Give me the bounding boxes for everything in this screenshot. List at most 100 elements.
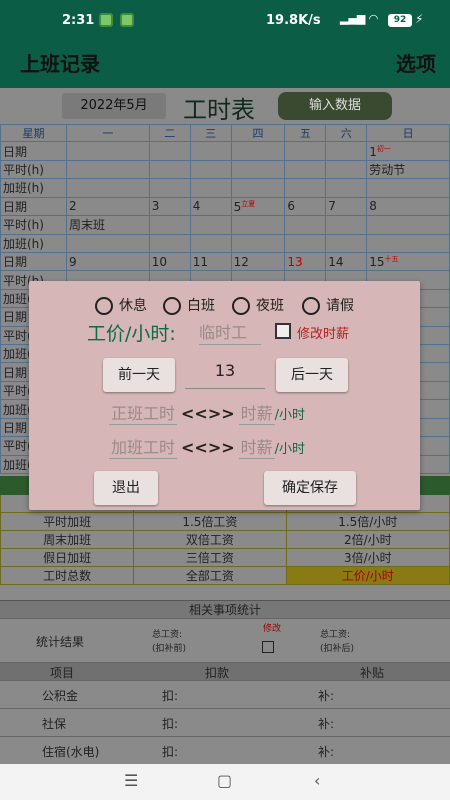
calendar-date-cell[interactable]: 4 — [189, 196, 232, 217]
modify-wage-checkbox[interactable] — [275, 323, 291, 339]
modify-checkbox[interactable] — [262, 641, 274, 653]
regular-hours-input[interactable]: 正班工时 — [109, 400, 178, 425]
weekday-header: 一 — [66, 123, 150, 143]
calendar-date-cell[interactable] — [284, 141, 327, 161]
calendar-normal-cell[interactable] — [325, 159, 368, 180]
calendar-date-cell[interactable]: 15十五 — [366, 251, 450, 272]
calendar-overtime-cell[interactable] — [148, 233, 191, 253]
date-number: 13 — [287, 254, 303, 269]
app-notification-icon — [120, 13, 134, 27]
calendar-date-cell[interactable] — [325, 141, 368, 161]
summary-row: 假日加班 三倍工资 3倍/小时 — [0, 548, 450, 567]
modify-wage-label: 修改时薪 — [297, 327, 350, 342]
calendar-normal-cell[interactable] — [284, 215, 327, 235]
allowance-field[interactable]: 补: — [318, 715, 334, 732]
calendar-overtime-cell[interactable] — [325, 233, 368, 253]
calendar-date-cell[interactable]: 8 — [366, 196, 450, 217]
calendar-overtime-cell[interactable] — [284, 233, 327, 253]
calendar-overtime-cell[interactable] — [284, 178, 327, 198]
regular-wage-input[interactable]: 时薪 — [238, 400, 275, 425]
summary-cell: 2倍/小时 — [285, 530, 450, 549]
calendar-normal-cell[interactable] — [230, 215, 286, 235]
exit-button[interactable]: 退出 — [94, 471, 158, 505]
stats-item-row: 公积金 扣: 补: — [0, 680, 450, 708]
calendar-date-cell[interactable] — [230, 141, 286, 161]
calendar-row-date: 日期 2 3 4 5立夏 6 7 8 — [0, 196, 450, 217]
calendar-normal-cell[interactable] — [189, 159, 232, 180]
calendar-normal-cell[interactable] — [284, 159, 327, 180]
next-day-button[interactable]: 后一天 — [276, 358, 348, 392]
home-icon[interactable]: ▢ — [217, 771, 232, 790]
back-icon[interactable]: ‹ — [314, 771, 320, 790]
calendar-date-cell[interactable]: 5立夏 — [230, 196, 286, 217]
shift-option-rest[interactable]: 休息 — [95, 295, 147, 315]
calendar-date-cell[interactable] — [148, 141, 191, 161]
calendar-date-cell[interactable]: 12 — [230, 251, 286, 272]
calendar-normal-cell[interactable] — [189, 215, 232, 235]
shift-option-leave[interactable]: 请假 — [302, 295, 354, 315]
calendar-date-cell[interactable]: 7 — [325, 196, 368, 217]
overtime-hours-input[interactable]: 加班工时 — [109, 434, 178, 459]
calendar-overtime-cell[interactable] — [66, 233, 150, 253]
stats-header-row: 项目 扣款 补贴 — [0, 662, 450, 680]
calendar-date-cell[interactable]: 3 — [148, 196, 191, 217]
calendar-normal-cell[interactable]: 劳动节 — [366, 159, 450, 180]
app-title: 上班记录 — [20, 52, 100, 76]
calendar-normal-cell[interactable] — [366, 215, 450, 235]
calendar-overtime-cell[interactable] — [66, 178, 150, 198]
day-input[interactable]: 13 — [185, 361, 265, 389]
calendar-date-cell[interactable] — [189, 141, 232, 161]
calendar-normal-cell[interactable] — [325, 215, 368, 235]
input-data-button[interactable]: 输入数据 — [278, 92, 392, 120]
deduct-field[interactable]: 扣: — [162, 687, 178, 704]
after-note: (扣补后) — [320, 644, 355, 654]
menu-icon[interactable]: ☰ — [124, 771, 138, 790]
unit-label: /小时 — [274, 442, 306, 457]
deduct-field[interactable]: 扣: — [162, 715, 178, 732]
summary-cell: 1.5倍/小时 — [285, 512, 450, 531]
prev-day-button[interactable]: 前一天 — [103, 358, 175, 392]
calendar-overtime-cell[interactable] — [325, 178, 368, 198]
summary-row: 工时总数 全部工资 工价/小时 — [0, 566, 450, 585]
calendar-date-cell[interactable] — [66, 141, 150, 161]
overtime-wage-input[interactable]: 时薪 — [238, 434, 275, 459]
calendar-overtime-cell[interactable] — [189, 178, 232, 198]
row-label: 日期 — [0, 141, 67, 161]
calendar-overtime-cell[interactable] — [366, 233, 450, 253]
calendar-normal-cell[interactable] — [66, 159, 150, 180]
row-label: 加班(h) — [0, 233, 67, 253]
calendar-date-cell[interactable]: 13 — [284, 251, 327, 272]
calendar-overtime-cell[interactable] — [230, 233, 286, 253]
stats-item-name: 住宿(水电) — [42, 745, 100, 759]
confirm-save-button[interactable]: 确定保存 — [264, 471, 356, 505]
deduct-field[interactable]: 扣: — [162, 743, 178, 760]
col-allowance: 补贴 — [360, 666, 385, 680]
col-deduct: 扣款 — [205, 666, 230, 680]
calendar-normal-cell[interactable] — [148, 215, 191, 235]
month-selector[interactable]: 2022年5月 — [62, 93, 166, 119]
shift-option-night[interactable]: 夜班 — [232, 295, 284, 315]
calendar-overtime-cell[interactable] — [148, 178, 191, 198]
shift-option-day[interactable]: 白班 — [163, 295, 215, 315]
price-input[interactable]: 临时工 — [199, 319, 261, 345]
calendar-date-cell[interactable]: 9 — [66, 251, 150, 272]
calendar-date-cell[interactable]: 14 — [325, 251, 368, 272]
overtime-hours-row: 加班工时 <<>> 时薪/小时 — [109, 434, 305, 459]
calendar-row-date: 日期 9 10 11 12 13 14 15十五 — [0, 251, 450, 272]
calendar-normal-cell[interactable] — [148, 159, 191, 180]
calendar-date-cell[interactable]: 11 — [189, 251, 232, 272]
calendar-date-cell[interactable]: 6 — [284, 196, 327, 217]
calendar-overtime-cell[interactable] — [189, 233, 232, 253]
calendar-date-cell[interactable]: 1初一 — [366, 141, 450, 161]
calendar-normal-cell[interactable] — [230, 159, 286, 180]
calendar-date-cell[interactable]: 2 — [66, 196, 150, 217]
calendar-overtime-cell[interactable] — [366, 178, 450, 198]
allowance-field[interactable]: 补: — [318, 687, 334, 704]
calendar-normal-cell[interactable]: 周末班 — [66, 215, 150, 235]
allowance-field[interactable]: 补: — [318, 743, 334, 760]
calendar-date-cell[interactable]: 10 — [148, 251, 191, 272]
calendar-overtime-cell[interactable] — [230, 178, 286, 198]
total-before-label: 总工资: — [152, 630, 183, 640]
options-button[interactable]: 选项 — [396, 48, 436, 77]
status-bar: 2:31 19.8K/s ▂▄▆ ◠ 92 ⚡ — [0, 0, 450, 42]
